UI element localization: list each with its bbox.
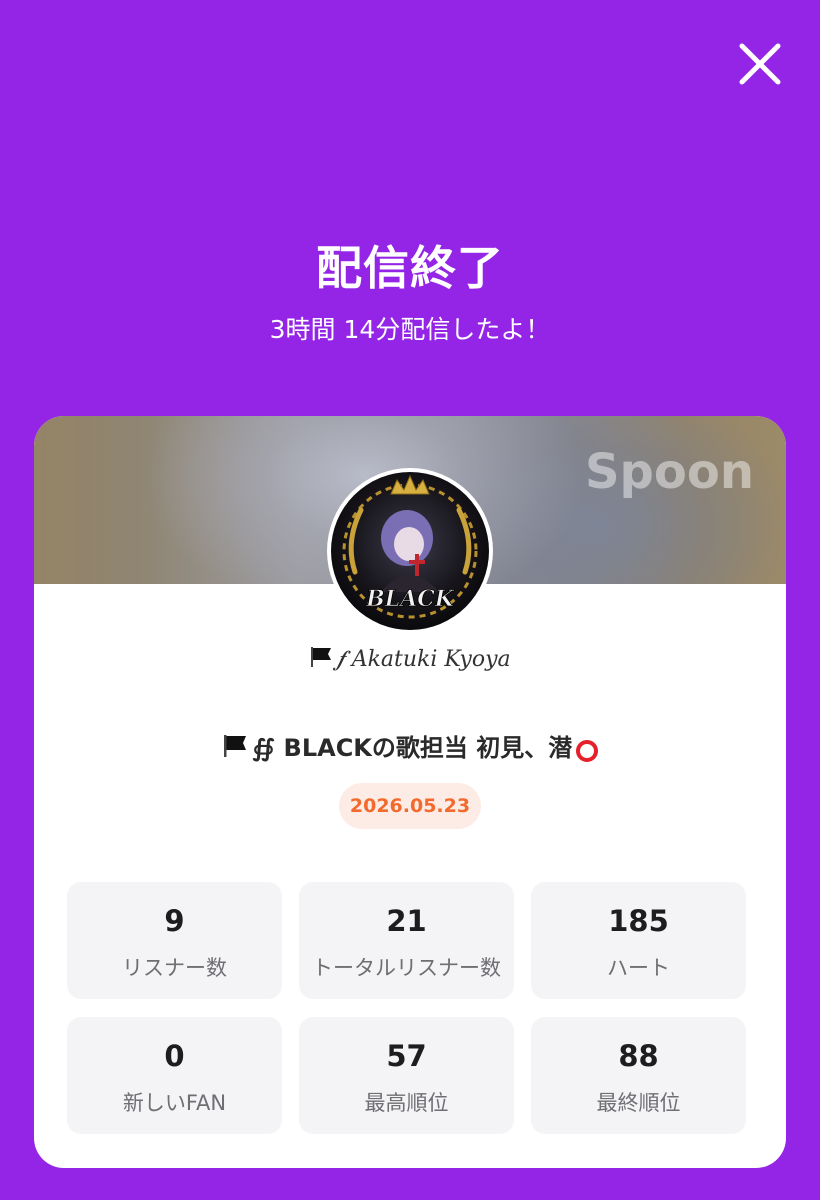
broadcast-duration: 3時間 14分配信したよ！ [269,315,551,344]
stat-label: ハート [607,956,670,980]
spoon-logo: Spoon [584,444,754,500]
stat-label: 新しいFAN [122,1091,227,1115]
broadcast-summary-card: Spoon BLACK 𝆑 Akatuki Kyoya ∯ BLACKの歌担当 … [34,416,786,1168]
black-flag-icon [222,734,248,764]
stat-label: リスナー数 [122,956,227,980]
stat-value: 88 [618,1039,659,1073]
stat-highest-rank: 57 最高順位 [299,1017,514,1134]
live-title: ∯ BLACKの歌担当 初見、潜 [34,728,786,764]
streamer-name-text: Akatuki Kyoya [351,647,511,672]
stat-label: トータルリスナー数 [312,956,501,980]
stat-value: 21 [386,904,427,938]
stat-value: 9 [164,904,185,938]
streamer-name: 𝆑 Akatuki Kyoya [34,646,786,674]
avatar-image: BLACK [331,472,489,630]
stat-label: 最終順位 [596,1091,681,1115]
avatar[interactable]: BLACK [327,468,493,634]
stat-value: 57 [386,1039,427,1073]
close-icon [739,43,781,85]
avatar-label: BLACK [365,586,455,612]
stat-value: 0 [164,1039,185,1073]
stat-label: 最高順位 [364,1091,449,1115]
black-flag-icon [309,646,333,674]
stat-new-fans: 0 新しいFAN [67,1017,282,1134]
red-circle-icon [576,740,599,762]
live-title-prefix: ∯ [251,734,276,762]
stat-hearts: 185 ハート [531,882,746,999]
stat-listeners: 9 リスナー数 [67,882,282,999]
close-button[interactable] [734,38,786,90]
broadcast-date-badge: 2026.05.23 [339,783,481,829]
page-title: 配信終了 [316,241,504,295]
stat-total-listeners: 21 トータルリスナー数 [299,882,514,999]
stats-grid: 9 リスナー数 21 トータルリスナー数 185 ハート 0 新しいFAN 57… [67,882,747,1135]
stat-final-rank: 88 最終順位 [531,1017,746,1134]
streamer-name-prefix: 𝆑 [337,647,345,672]
stat-value: 185 [608,904,669,938]
live-title-text: BLACKの歌担当 初見、潜 [283,734,573,762]
